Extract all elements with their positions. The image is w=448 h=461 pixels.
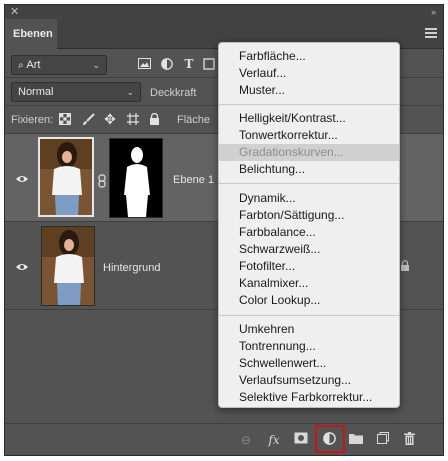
fill-label: Fläche [177, 114, 211, 126]
lock-label: Fixieren: [11, 114, 54, 126]
image-filter-icon[interactable] [137, 58, 151, 72]
menu-item[interactable]: Color Lookup... [239, 292, 320, 309]
lock-position-icon[interactable]: ✥ [103, 112, 117, 126]
menu-divider [219, 315, 399, 316]
menu-divider [219, 183, 399, 184]
adjustment-layer-menu: Farbfläche... Verlauf... Muster... Helli… [218, 42, 400, 408]
layer-thumbnail[interactable] [41, 226, 95, 306]
filter-kind-value: Art [26, 59, 41, 71]
menu-item[interactable]: Belichtung... [239, 161, 305, 178]
chevron-down-icon: ⌄ [92, 60, 100, 70]
menu-item[interactable]: Verlauf... [239, 65, 286, 82]
panel-title-bar: ✕ » [5, 5, 443, 19]
layer-mask-thumbnail[interactable] [109, 138, 163, 218]
chain-link-icon[interactable] [98, 174, 106, 191]
menu-item[interactable]: Farbton/Sättigung... [239, 207, 344, 224]
menu-item[interactable]: Helligkeit/Kontrast... [239, 110, 346, 127]
menu-item[interactable]: Schwarzweiß... [239, 241, 320, 258]
tab-label: Ebenen [13, 28, 53, 40]
menu-item[interactable]: Verlaufsumsetzung... [239, 372, 351, 389]
chevron-down-icon: ⌄ [126, 87, 134, 97]
menu-item[interactable]: Selektive Farbkorrektur... [239, 389, 372, 406]
adjustment-filter-icon[interactable] [160, 58, 174, 73]
filter-kind-select[interactable]: ⌕ Art ⌄ [11, 55, 107, 75]
menu-item[interactable]: Tontrennung... [239, 338, 316, 355]
panel-bottom-toolbar: ⊖ fx [5, 423, 443, 455]
eye-icon[interactable] [15, 262, 29, 272]
menu-item[interactable]: Umkehren [239, 321, 294, 338]
blend-mode-select[interactable]: Normal ⌄ [11, 82, 141, 102]
link-layers-icon[interactable]: ⊖ [238, 432, 254, 448]
layer-name[interactable]: Hintergrund [103, 262, 160, 274]
close-icon[interactable]: ✕ [10, 5, 19, 19]
layer-style-icon[interactable]: fx [266, 432, 282, 448]
eye-icon[interactable] [15, 174, 29, 184]
adjustment-highlight-box [315, 425, 345, 453]
lock-all-icon[interactable] [147, 112, 161, 128]
menu-item[interactable]: Tonwertkorrektur... [239, 127, 338, 144]
add-mask-icon[interactable] [293, 432, 309, 448]
menu-item[interactable]: Farbfläche... [239, 48, 306, 65]
menu-item[interactable]: Muster... [239, 82, 285, 99]
menu-item[interactable]: Fotofilter... [239, 258, 295, 275]
lock-icon [400, 260, 410, 274]
delete-layer-icon[interactable] [401, 432, 417, 448]
new-layer-icon[interactable] [375, 432, 391, 448]
collapse-icon[interactable]: » [431, 5, 436, 19]
tab-ebenen[interactable]: Ebenen [5, 19, 57, 49]
layer-name[interactable]: Ebene 1 [173, 174, 214, 186]
menu-item[interactable]: Kanalmixer... [239, 275, 308, 292]
menu-item-hovered[interactable]: Gradationskurven... [219, 144, 399, 161]
menu-item[interactable]: Farbbalance... [239, 224, 316, 241]
new-group-icon[interactable] [348, 432, 364, 448]
menu-divider [219, 104, 399, 105]
lock-image-pixels-icon[interactable] [81, 113, 95, 129]
blend-mode-value: Normal [18, 86, 54, 98]
menu-item[interactable]: Schwellenwert... [239, 355, 326, 372]
lock-transparent-pixels-icon[interactable] [58, 113, 72, 128]
opacity-label: Deckkraft [150, 87, 197, 99]
panel-menu-icon[interactable] [425, 28, 437, 38]
layer-thumbnail[interactable] [38, 137, 94, 217]
type-filter-icon[interactable]: T [182, 57, 196, 71]
shape-filter-icon[interactable] [202, 58, 216, 73]
menu-item[interactable]: Dynamik... [239, 190, 296, 207]
lock-artboard-icon[interactable] [126, 113, 140, 128]
